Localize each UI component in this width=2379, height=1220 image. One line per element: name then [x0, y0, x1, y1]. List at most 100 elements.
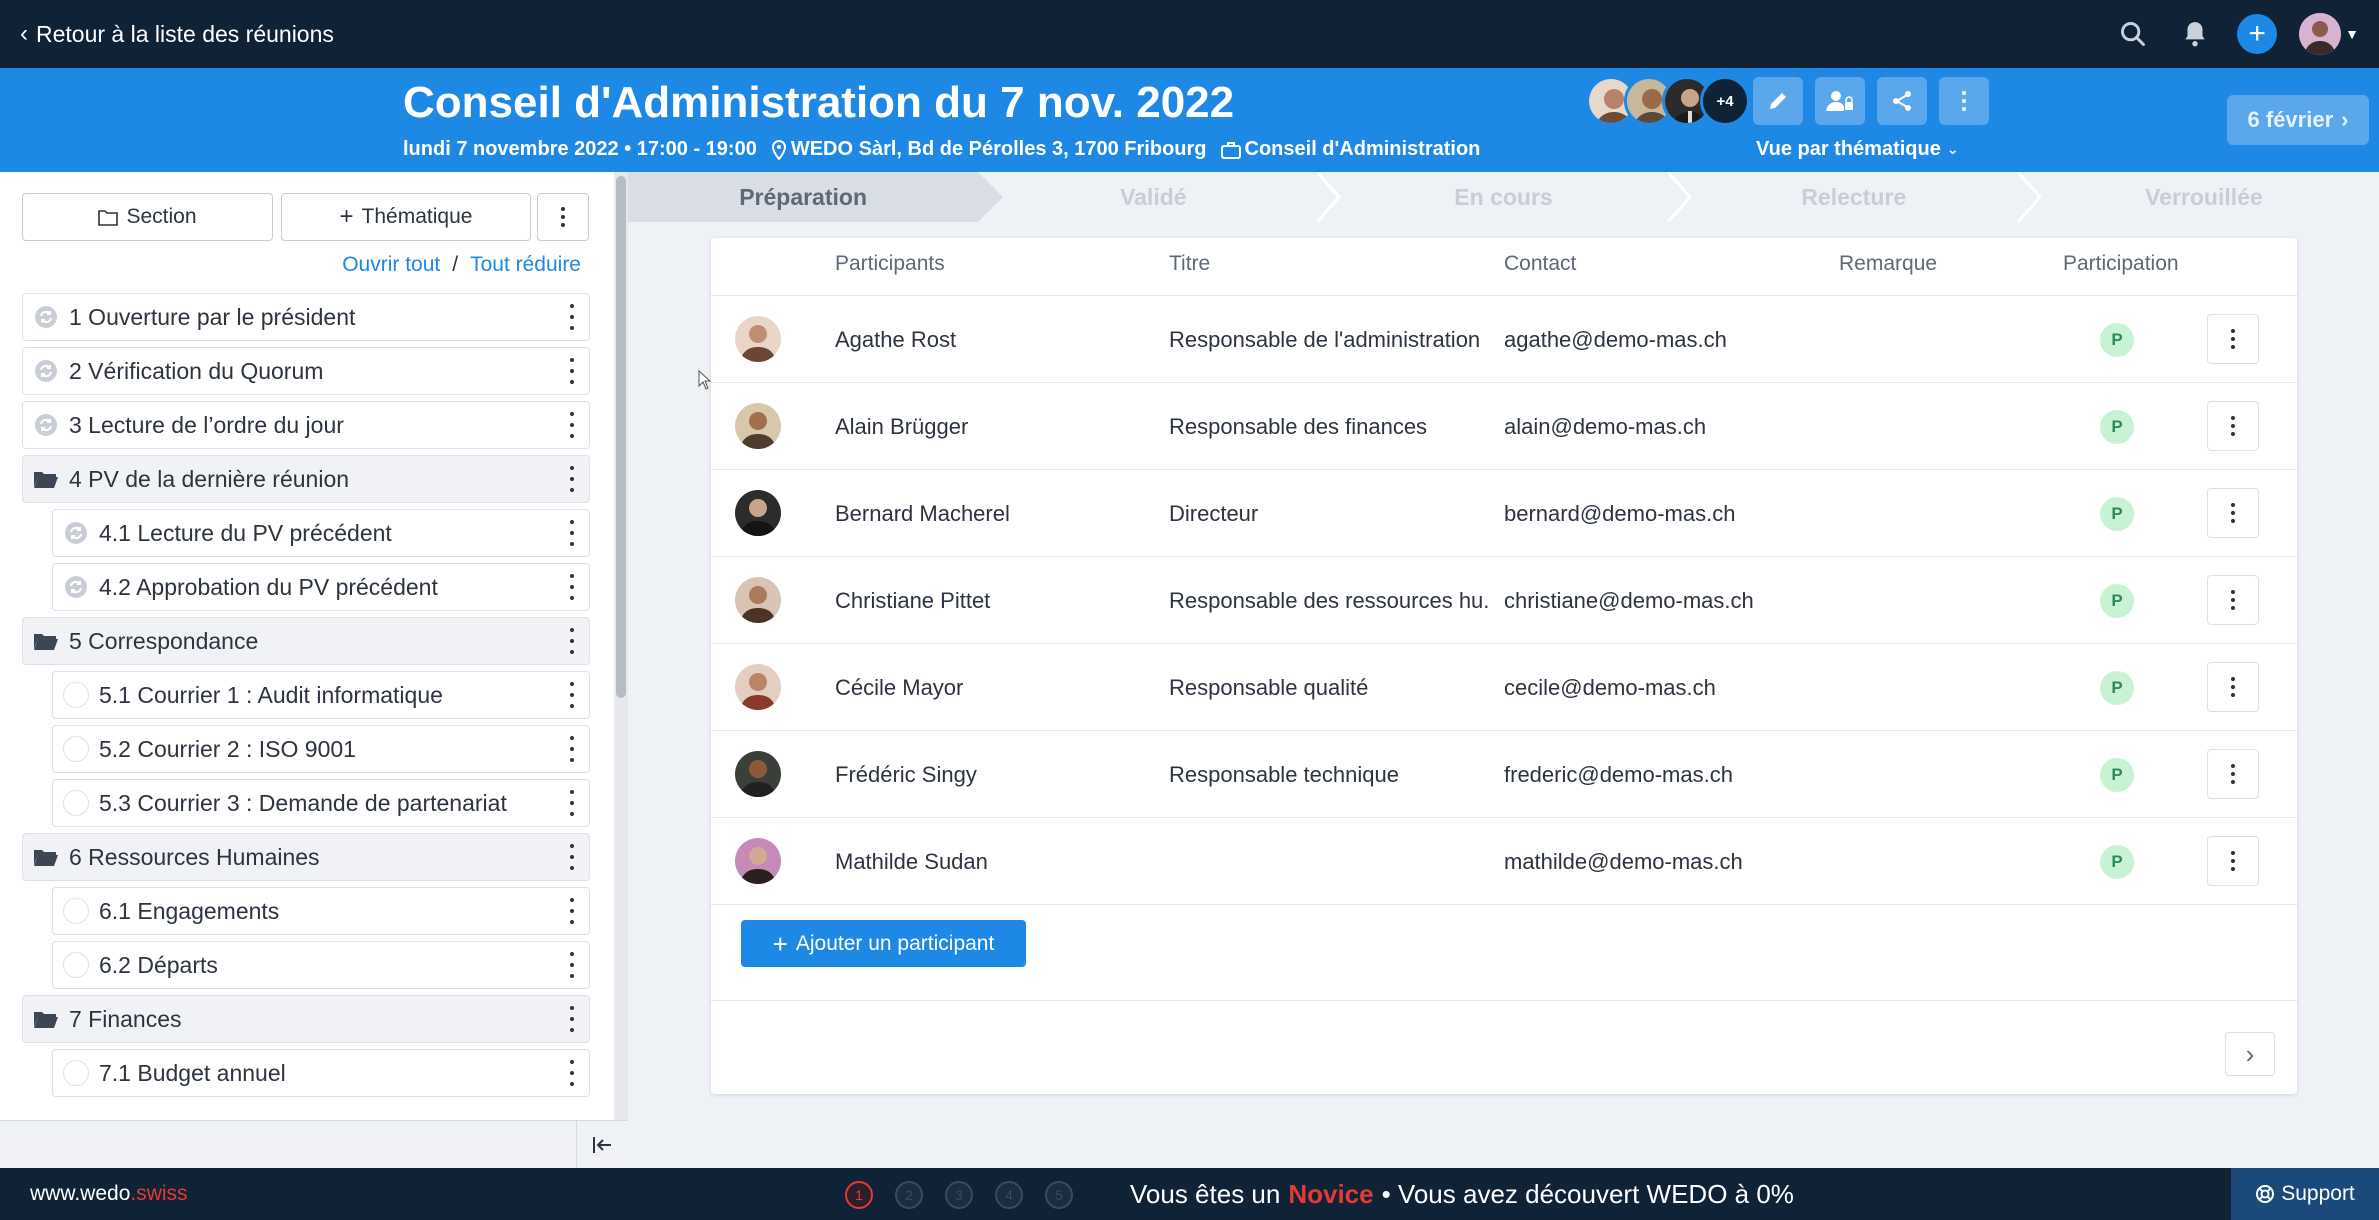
edit-button[interactable] — [1753, 77, 1803, 125]
kebab-icon[interactable] — [569, 304, 575, 330]
table-row[interactable]: Alain Brügger Responsable des finances ala… — [711, 383, 2297, 470]
table-row[interactable]: Agathe Rost Responsable de l'administrati… — [711, 296, 2297, 383]
agenda-section[interactable]: 5 Correspondance — [22, 617, 590, 665]
row-options-button[interactable] — [2207, 836, 2259, 886]
kebab-icon[interactable] — [569, 628, 575, 654]
participant-remark[interactable] — [1839, 731, 2039, 818]
kebab-icon[interactable] — [569, 682, 575, 708]
participant-remark[interactable] — [1839, 644, 2039, 731]
participant-contact[interactable]: frederic@demo-mas.ch — [1504, 731, 1824, 818]
participant-remark[interactable] — [1839, 470, 2039, 557]
next-meeting-button[interactable]: 6 février › — [2227, 95, 2369, 145]
manage-users-button[interactable] — [1815, 77, 1865, 125]
agenda-topic[interactable]: 7.1 Budget annuel — [52, 1049, 590, 1097]
agenda-options-button[interactable] — [537, 193, 589, 241]
back-to-meetings-link[interactable]: ‹ Retour à la liste des réunions — [20, 0, 334, 68]
participant-contact[interactable]: cecile@demo-mas.ch — [1504, 644, 1824, 731]
agenda-topic[interactable]: 5.1 Courrier 1 : Audit informatique — [52, 671, 590, 719]
more-participants-badge[interactable]: +4 — [1700, 76, 1750, 126]
kebab-icon[interactable] — [569, 736, 575, 762]
kebab-icon[interactable] — [569, 412, 575, 438]
scrollbar-thumb[interactable] — [616, 176, 626, 698]
user-menu[interactable]: ▼ — [2299, 13, 2359, 55]
table-row[interactable]: Mathilde Sudan mathilde@demo-mas.ch P — [711, 818, 2297, 905]
row-options-button[interactable] — [2207, 488, 2259, 538]
site-link[interactable]: www.wedo .swiss — [30, 1168, 188, 1220]
agenda-section[interactable]: 4 PV de la dernière réunion — [22, 455, 590, 503]
status-step[interactable]: Validé — [978, 172, 1328, 222]
table-row[interactable]: Frédéric Singy Responsable technique frede… — [711, 731, 2297, 818]
participant-name: Alain Brügger — [835, 413, 969, 439]
status-step[interactable]: Verrouillée — [2029, 172, 2379, 222]
meeting-category[interactable]: Conseil d'Administration — [1220, 138, 1480, 161]
row-options-button[interactable] — [2207, 662, 2259, 712]
table-row[interactable]: Bernard Macherel Directeur bernard@demo-ma… — [711, 470, 2297, 557]
collapse-panel-button[interactable] — [576, 1121, 628, 1169]
status-empty-icon — [61, 788, 91, 818]
agenda-topic[interactable]: 6.1 Engagements — [52, 887, 590, 935]
view-mode-select[interactable]: Vue par thématique ⌄ — [1756, 138, 1959, 161]
kebab-icon[interactable] — [569, 520, 575, 546]
participant-remark[interactable] — [1839, 818, 2039, 905]
row-options-button[interactable] — [2207, 575, 2259, 625]
agenda-topic[interactable]: 1 Ouverture par le président — [22, 293, 590, 341]
participant-contact[interactable]: agathe@demo-mas.ch — [1504, 296, 1824, 383]
bell-icon[interactable] — [2175, 14, 2215, 54]
kebab-icon[interactable] — [569, 1060, 575, 1086]
agenda-topic[interactable]: 2 Vérification du Quorum — [22, 347, 590, 395]
table-row[interactable]: Christiane Pittet Responsable des ressour… — [711, 557, 2297, 644]
agenda-section[interactable]: 6 Ressources Humaines — [22, 833, 590, 881]
participant-remark[interactable] — [1839, 296, 2039, 383]
participation-badge[interactable]: P — [2100, 584, 2134, 618]
kebab-icon[interactable] — [569, 898, 575, 924]
kebab-icon[interactable] — [569, 466, 575, 492]
status-step[interactable]: Préparation — [628, 172, 1004, 222]
participation-badge[interactable]: P — [2100, 758, 2134, 792]
participation-badge[interactable]: P — [2100, 845, 2134, 879]
add-participant-button[interactable]: + Ajouter un participant — [741, 920, 1026, 967]
row-options-button[interactable] — [2207, 749, 2259, 799]
agenda-topic[interactable]: 5.2 Courrier 2 : ISO 9001 — [52, 725, 590, 773]
participant-contact[interactable]: bernard@demo-mas.ch — [1504, 470, 1824, 557]
row-options-button[interactable] — [2207, 401, 2259, 451]
agenda-topic[interactable]: 4.2 Approbation du PV précédent — [52, 563, 590, 611]
agenda-topic[interactable]: 6.2 Départs — [52, 941, 590, 989]
participant-remark[interactable] — [1839, 557, 2039, 644]
row-options-button[interactable] — [2207, 314, 2259, 364]
participant-remark[interactable] — [1839, 383, 2039, 470]
agenda-topic[interactable]: 4.1 Lecture du PV précédent — [52, 509, 590, 557]
next-page-button[interactable]: › — [2225, 1032, 2275, 1076]
participant-contact[interactable]: mathilde@demo-mas.ch — [1504, 818, 1824, 905]
add-thematic-button[interactable]: + Thématique — [281, 193, 531, 241]
status-step[interactable]: Relecture — [1679, 172, 2029, 222]
add-section-button[interactable]: Section — [22, 193, 273, 241]
create-plus-button[interactable]: + — [2237, 14, 2278, 54]
open-all-link[interactable]: Ouvrir tout — [342, 253, 440, 277]
participant-contact[interactable]: alain@demo-mas.ch — [1504, 383, 1824, 470]
agenda-section[interactable]: 7 Finances — [22, 995, 590, 1043]
status-step[interactable]: En cours — [1328, 172, 1678, 222]
kebab-icon[interactable] — [569, 790, 575, 816]
agenda-scrollbar[interactable] — [614, 172, 628, 1168]
kebab-icon[interactable] — [569, 844, 575, 870]
agenda-topic[interactable]: 5.3 Courrier 3 : Demande de partenariat — [52, 779, 590, 827]
search-icon[interactable] — [2113, 14, 2153, 54]
support-button[interactable]: Support — [2231, 1168, 2379, 1220]
more-options-button[interactable] — [1939, 77, 1989, 125]
kebab-icon[interactable] — [569, 574, 575, 600]
table-row[interactable]: Cécile Mayor Responsable qualité cecile@de… — [711, 644, 2297, 731]
collapse-all-link[interactable]: Tout réduire — [470, 253, 581, 277]
participation-badge[interactable]: P — [2100, 497, 2134, 531]
links-separator: / — [452, 253, 459, 276]
agenda-topic[interactable]: 3 Lecture de l’ordre du jour — [22, 401, 590, 449]
participant-avatars[interactable]: +4 — [1586, 76, 1750, 126]
participation-badge[interactable]: P — [2100, 323, 2134, 357]
kebab-icon[interactable] — [569, 358, 575, 384]
chevron-down-icon: ⌄ — [1946, 141, 1959, 157]
kebab-icon[interactable] — [569, 952, 575, 978]
participation-badge[interactable]: P — [2100, 410, 2134, 444]
participant-contact[interactable]: christiane@demo-mas.ch — [1504, 557, 1824, 644]
participation-badge[interactable]: P — [2100, 671, 2134, 705]
share-button[interactable] — [1877, 77, 1927, 125]
kebab-icon[interactable] — [569, 1006, 575, 1032]
